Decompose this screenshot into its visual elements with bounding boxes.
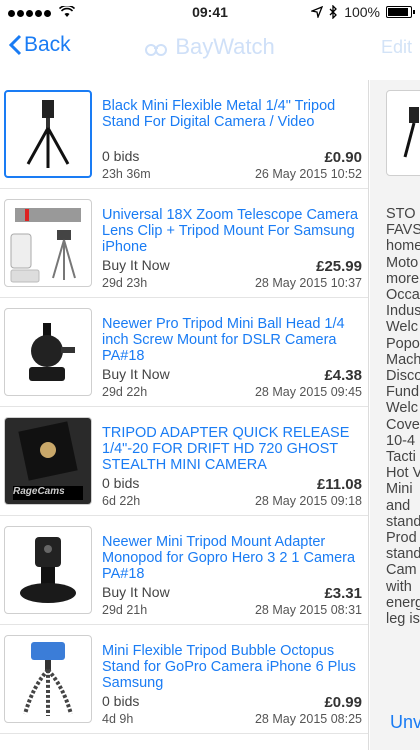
list-item[interactable]: Universal 18X Zoom Telescope Camera Lens… [0,189,368,298]
list-item[interactable]: Black Mini Flexible Metal 1/4" Tripod St… [0,80,368,189]
item-bid-status: Buy It Now [102,257,170,273]
location-arrow-icon [311,6,324,18]
item-title: Mini Flexible Tripod Bubble Octopus Stan… [102,643,356,691]
item-time-left: 4d 9h [102,712,134,726]
status-right: 100% [311,4,415,20]
item-thumbnail [4,199,92,287]
item-bid-status: Buy It Now [102,366,170,382]
app-title: BayWatch [175,34,275,59]
item-title: Neewer Pro Tripod Mini Ball Head 1/4 inc… [102,316,345,364]
nav-title: BayWatch [0,34,420,60]
item-price: £25.99 [316,258,362,275]
item-thumbnail [4,526,92,614]
item-price: £11.08 [316,476,362,493]
item-time-left: 29d 23h [102,276,148,290]
item-bid-status: Buy It Now [102,584,170,600]
item-title: Neewer Mini Tripod Mount Adapter Monopod… [102,534,356,582]
battery-icon [386,6,415,18]
ragecams-logo: RageCams [13,486,65,497]
detail-panel: STO FAVS home Moto more Occa Indus Welc … [370,80,420,750]
item-bid-status: 0 bids [102,475,140,491]
detail-description: STO FAVS home Moto more Occa Indus Welc … [386,206,420,628]
detail-action-button[interactable]: Unv [390,712,420,733]
list-item[interactable]: Neewer Pro Tripod Mini Ball Head 1/4 inc… [0,298,368,407]
item-bid-status: 0 bids [102,148,140,164]
item-date: 26 May 2015 10:52 [254,167,362,181]
item-time-left: 23h 36m [102,167,151,181]
list-item[interactable]: RageCams TRIPOD ADAPTER QUICK RELEASE 1/… [0,407,368,516]
item-time-left: 29d 22h [102,385,148,399]
item-price: £0.99 [324,694,362,711]
item-price: £3.31 [324,585,362,602]
item-date: 28 May 2015 08:25 [254,712,362,726]
binoculars-icon [145,44,168,57]
status-bar: 09:41 100% [0,0,420,24]
item-date: 28 May 2015 08:31 [254,603,362,617]
item-date: 28 May 2015 10:37 [254,276,362,290]
item-time-left: 29d 21h [102,603,148,617]
item-date: 28 May 2015 09:18 [254,494,362,508]
list-item[interactable]: Mini Flexible Tripod Bubble Octopus Stan… [0,625,368,734]
item-thumbnail [4,90,92,178]
edit-button[interactable]: Edit [381,37,412,58]
item-title: TRIPOD ADAPTER QUICK RELEASE 1/4"-20 FOR… [102,425,350,473]
item-thumbnail [4,635,92,723]
item-price: £0.90 [324,149,362,166]
listing-list: Black Mini Flexible Metal 1/4" Tripod St… [0,80,369,750]
item-date: 28 May 2015 09:45 [254,385,362,399]
list-item[interactable]: Neewer Mini Tripod Mount Adapter Monopod… [0,516,368,625]
bluetooth-icon [329,5,338,19]
item-time-left: 6d 22h [102,494,141,508]
item-thumbnail [4,308,92,396]
item-price: £4.38 [324,367,362,384]
item-title: Black Mini Flexible Metal 1/4" Tripod St… [102,98,336,130]
battery-percent: 100% [344,4,380,20]
item-title: Universal 18X Zoom Telescope Camera Lens… [102,207,359,255]
detail-thumbnail [386,90,420,176]
navigation-bar: Back BayWatch Edit [0,24,420,72]
item-thumbnail: RageCams [4,417,92,505]
item-bid-status: 0 bids [102,693,140,709]
